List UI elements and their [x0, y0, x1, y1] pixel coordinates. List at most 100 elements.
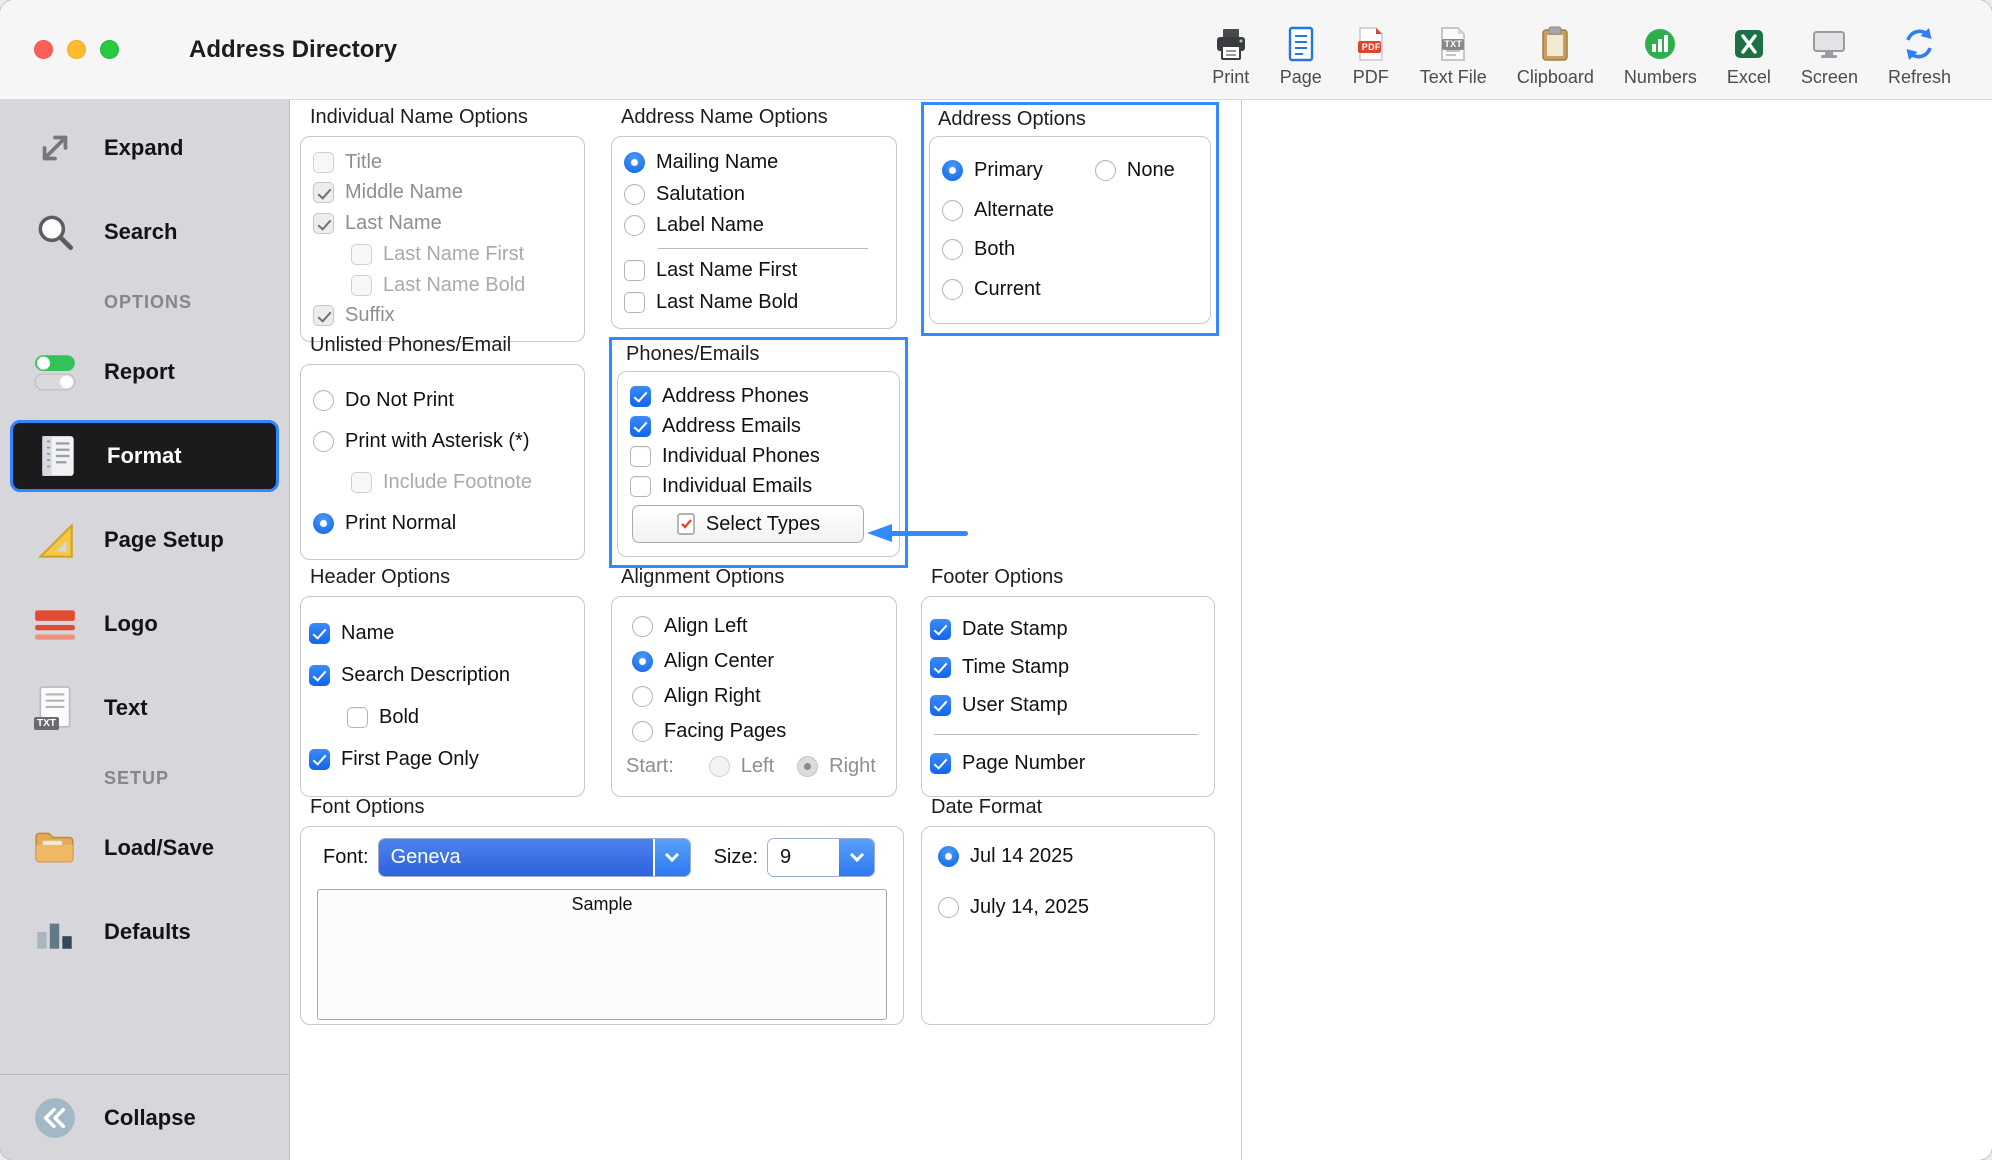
toolbar-item-page[interactable]: Page: [1265, 23, 1337, 88]
zoom-button[interactable]: [100, 40, 119, 59]
annotation-arrow-icon: [867, 524, 968, 542]
group-box: Jul 14 2025 July 14, 2025: [921, 826, 1215, 1025]
checkbox-label: Title: [345, 151, 382, 174]
checkbox-label: Last Name First: [656, 259, 797, 282]
checkbox-address-phones[interactable]: Address Phones: [630, 385, 887, 408]
checkbox-icon: [309, 749, 330, 770]
radio-do-not-print[interactable]: Do Not Print: [313, 389, 572, 412]
radio-date-long[interactable]: July 14, 2025: [938, 896, 1202, 919]
toolbar-item-text-file[interactable]: TXT Text File: [1405, 23, 1502, 88]
checkbox-label: Include Footnote: [383, 471, 532, 494]
checkbox-search-description[interactable]: Search Description: [309, 664, 572, 687]
toolbar-item-screen[interactable]: Screen: [1786, 23, 1873, 88]
group-box: Font: Geneva Size: 9 Sample: [300, 826, 904, 1025]
sidebar-item-text[interactable]: TXT Text: [0, 666, 289, 750]
checkbox-icon: [313, 213, 334, 234]
radio-label: Right: [829, 755, 876, 778]
group-box: Date Stamp Time Stamp User Stamp Page Nu…: [921, 596, 1215, 797]
sidebar-item-report[interactable]: Report: [0, 330, 289, 414]
app-window: Address Directory Print Page PDF PDF: [0, 0, 1992, 1160]
sidebar-item-format-selected[interactable]: Format: [10, 420, 279, 492]
window-title: Address Directory: [189, 36, 397, 64]
checkbox-icon: [313, 152, 334, 173]
sidebar-item-collapse[interactable]: Collapse: [0, 1074, 289, 1160]
checkbox-icon: [930, 657, 951, 678]
radio-icon: [632, 651, 653, 672]
sidebar-label: Defaults: [104, 919, 191, 945]
group-box: Align Left Align Center Align Right Faci…: [611, 596, 897, 797]
panel-address-name-options: Address Name Options Mailing Name Saluta…: [611, 106, 897, 329]
radio-align-left[interactable]: Align Left: [632, 615, 884, 638]
checkbox-name[interactable]: Name: [309, 622, 572, 645]
checkbox-user-stamp[interactable]: User Stamp: [930, 694, 1202, 717]
radio-date-short[interactable]: Jul 14 2025: [938, 845, 1202, 868]
radio-print-normal[interactable]: Print Normal: [313, 512, 572, 535]
checkbox-first-page-only[interactable]: First Page Only: [309, 748, 572, 771]
checkbox-icon: [930, 619, 951, 640]
panel-font-options: Font Options Font: Geneva Size: 9 Sample: [300, 796, 904, 1025]
toolbar-item-pdf[interactable]: PDF PDF: [1337, 23, 1405, 88]
set-square-icon: [24, 514, 86, 566]
chevron-down-icon: [653, 839, 690, 876]
start-label: Start:: [626, 755, 674, 778]
toolbar-item-numbers[interactable]: Numbers: [1609, 23, 1712, 88]
group-box: Do Not Print Print with Asterisk (*) Inc…: [300, 364, 585, 560]
sidebar-item-search[interactable]: Search: [0, 190, 289, 274]
checkbox-individual-emails[interactable]: Individual Emails: [630, 475, 887, 498]
sidebar-item-load-save[interactable]: Load/Save: [0, 806, 289, 890]
size-label: Size:: [714, 846, 758, 869]
radio-label: Do Not Print: [345, 389, 454, 412]
radio-align-center[interactable]: Align Center: [632, 650, 884, 673]
start-page-row: Start: Left Right: [626, 755, 884, 778]
radio-current[interactable]: Current: [942, 278, 1198, 301]
sidebar-item-page-setup[interactable]: Page Setup: [0, 498, 289, 582]
checkbox-date-stamp[interactable]: Date Stamp: [930, 618, 1202, 641]
panel-title: Address Name Options: [621, 106, 897, 129]
checkbox-label: Search Description: [341, 664, 510, 687]
excel-icon: [1730, 23, 1768, 63]
checkbox-individual-phones[interactable]: Individual Phones: [630, 445, 887, 468]
checkbox-last-name-first[interactable]: Last Name First: [624, 259, 884, 282]
radio-primary[interactable]: Primary: [942, 159, 1043, 182]
radio-alternate[interactable]: Alternate: [942, 199, 1198, 222]
text-file-icon: TXT: [1434, 23, 1472, 63]
radio-both[interactable]: Both: [942, 238, 1198, 261]
font-select[interactable]: Geneva: [379, 839, 690, 876]
checkbox-bold[interactable]: Bold: [347, 706, 572, 729]
radio-label-name[interactable]: Label Name: [624, 214, 884, 237]
size-select[interactable]: 9: [768, 839, 874, 876]
toolbar: Print Page PDF PDF TXT Text: [1197, 23, 1992, 88]
radio-align-right[interactable]: Align Right: [632, 685, 884, 708]
radio-mailing-name[interactable]: Mailing Name: [624, 151, 884, 174]
radio-facing-pages[interactable]: Facing Pages: [632, 720, 884, 743]
checkbox-last-name-bold[interactable]: Last Name Bold: [624, 291, 884, 314]
radio-none[interactable]: None: [1095, 159, 1175, 182]
toolbar-label: Print: [1212, 67, 1249, 88]
close-button[interactable]: [34, 40, 53, 59]
radio-salutation[interactable]: Salutation: [624, 183, 884, 206]
radio-icon: [942, 160, 963, 181]
font-value: Geneva: [379, 839, 653, 876]
checkbox-address-emails[interactable]: Address Emails: [630, 415, 887, 438]
sidebar-item-logo[interactable]: Logo: [0, 582, 289, 666]
checkbox-page-number[interactable]: Page Number: [930, 752, 1202, 775]
checkbox-icon: [313, 182, 334, 203]
sidebar-item-defaults[interactable]: Defaults: [0, 890, 289, 974]
radio-icon: [624, 152, 645, 173]
radio-icon: [1095, 160, 1116, 181]
toolbar-item-refresh[interactable]: Refresh: [1873, 23, 1966, 88]
minimize-button[interactable]: [67, 40, 86, 59]
panel-date-format: Date Format Jul 14 2025 July 14, 2025: [921, 796, 1215, 1025]
toolbar-item-clipboard[interactable]: Clipboard: [1502, 23, 1609, 88]
panel-alignment-options: Alignment Options Align Left Align Cente…: [611, 566, 897, 797]
radio-print-with-asterisk[interactable]: Print with Asterisk (*): [313, 430, 572, 453]
toolbar-item-print[interactable]: Print: [1197, 23, 1265, 88]
panel-title: Address Options: [938, 108, 1216, 131]
radio-icon: [624, 215, 645, 236]
checkbox-time-stamp[interactable]: Time Stamp: [930, 656, 1202, 679]
toolbar-item-excel[interactable]: Excel: [1712, 23, 1786, 88]
sidebar-item-expand[interactable]: Expand: [0, 106, 289, 190]
select-types-button[interactable]: Select Types: [632, 505, 864, 543]
font-sample-preview: Sample: [317, 889, 887, 1020]
radio-icon: [942, 279, 963, 300]
